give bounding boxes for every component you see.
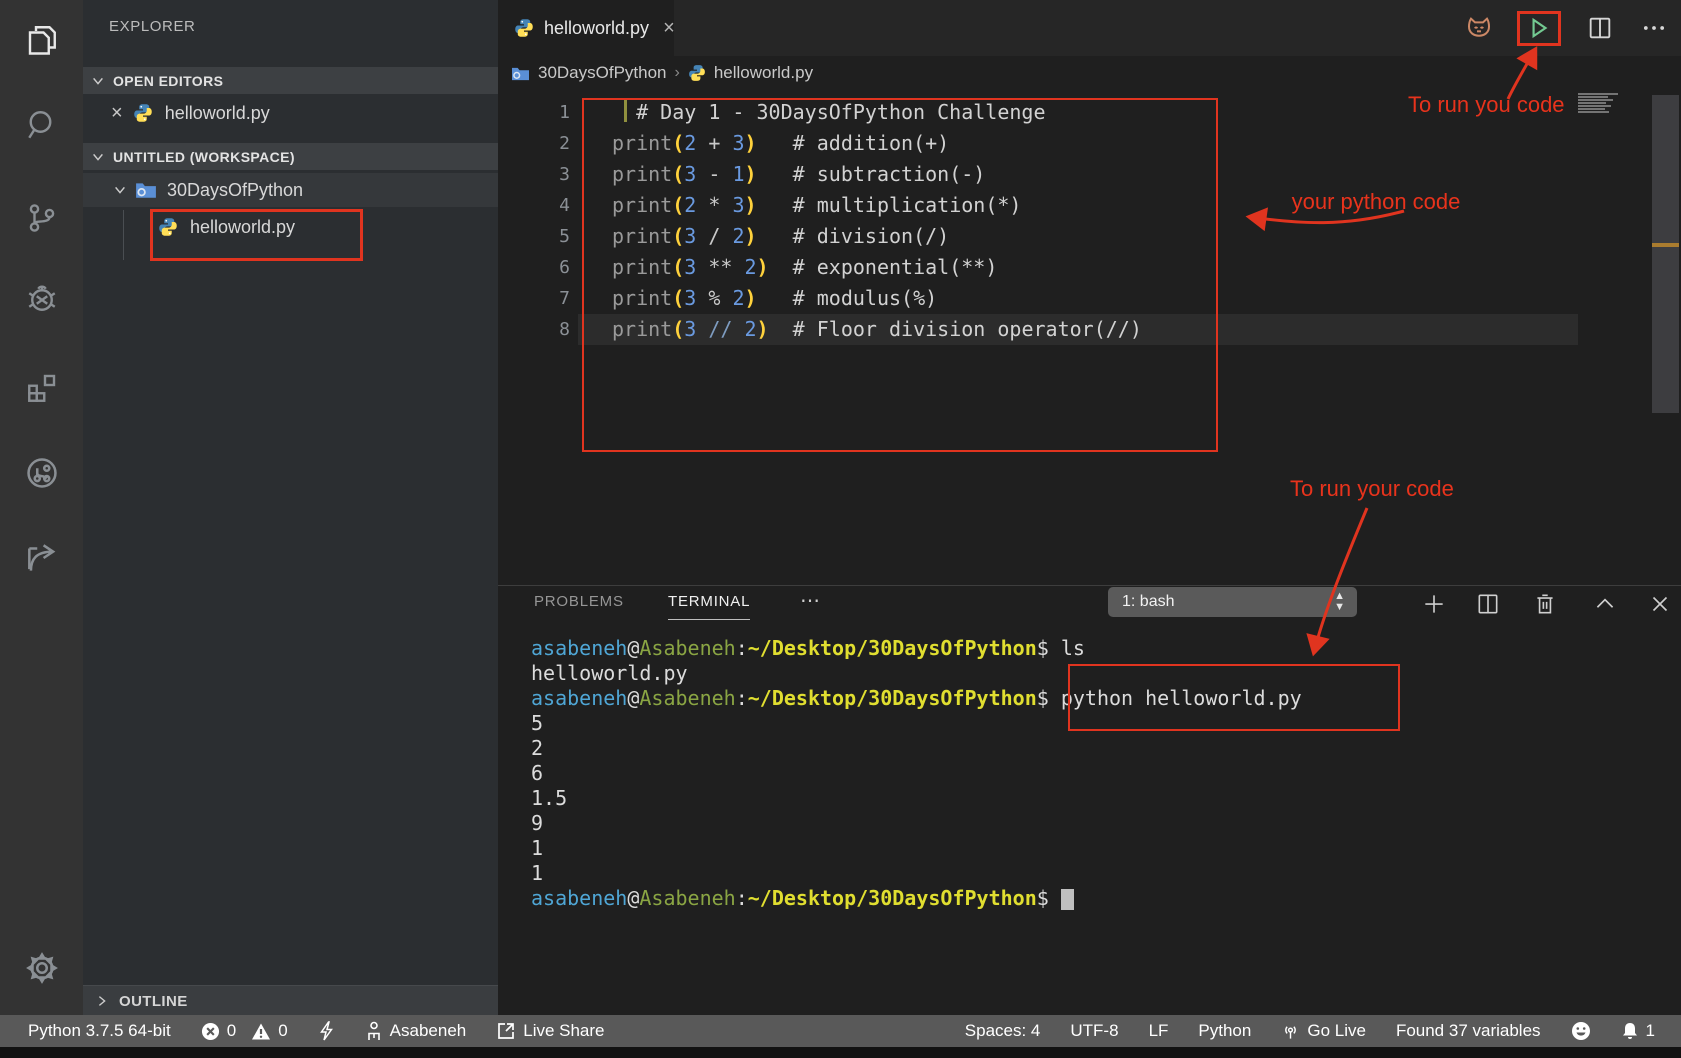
terminal-line: 6 (531, 761, 1302, 786)
tab-helloworld[interactable]: helloworld.py × (498, 0, 674, 56)
split-editor-icon[interactable] (1582, 10, 1618, 46)
folder-icon (135, 180, 157, 200)
activity-bar (0, 0, 83, 1015)
bottom-strip (0, 1047, 1681, 1058)
breadcrumb[interactable]: 30DaysOfPython › helloworld.py (498, 56, 1681, 90)
editor-tab-bar: helloworld.py × (498, 0, 1681, 56)
bell-icon (1621, 1021, 1639, 1041)
extensions-icon[interactable] (0, 364, 83, 412)
annotation-box-run-command (1068, 664, 1400, 731)
annotation-box-run-button (1517, 11, 1561, 46)
breadcrumb-separator: › (675, 64, 680, 82)
breadcrumb-folder[interactable]: 30DaysOfPython (538, 63, 667, 83)
terminal-line: asabeneh@Asabeneh:~/Desktop/30DaysOfPyth… (531, 886, 1302, 911)
warning-icon (251, 1022, 271, 1041)
line-number: 6 (498, 252, 570, 283)
terminal-cursor (1061, 889, 1074, 910)
feedback-smiley-icon[interactable] (1571, 1021, 1591, 1041)
line-number: 7 (498, 283, 570, 314)
tab-terminal[interactable]: TERMINAL (668, 593, 750, 620)
status-problems[interactable]: 0 0 (201, 1021, 288, 1041)
more-actions-icon[interactable] (1636, 10, 1672, 46)
status-python-version[interactable]: Python 3.7.5 64-bit (28, 1021, 171, 1041)
annotation-box-file (150, 209, 363, 261)
tree-item-folder-30daysofpython[interactable]: 30DaysOfPython (83, 173, 498, 207)
source-control-icon[interactable] (0, 194, 83, 242)
error-icon (201, 1022, 220, 1041)
annotation-run-top: To run you code (1408, 92, 1565, 118)
status-lightning[interactable] (318, 1021, 335, 1041)
status-go-live[interactable]: Go Live (1281, 1021, 1366, 1041)
python-file-icon (688, 64, 706, 82)
minimap[interactable] (1578, 93, 1624, 114)
line-number: 4 (498, 190, 570, 221)
annotation-your-python-code: your python code (1282, 188, 1470, 215)
status-eol[interactable]: LF (1149, 1021, 1169, 1041)
terminal-line: 1.5 (531, 786, 1302, 811)
status-variables[interactable]: Found 37 variables (1396, 1021, 1541, 1041)
kill-terminal-icon[interactable] (1530, 589, 1560, 619)
open-editor-item-helloworld[interactable]: × helloworld.py (83, 96, 498, 130)
status-indentation[interactable]: Spaces: 4 (965, 1021, 1041, 1041)
panel: PROBLEMS TERMINAL ⋯ 1: bash ▲▼ asab (498, 585, 1681, 1016)
tab-problems[interactable]: PROBLEMS (534, 593, 624, 610)
close-panel-icon[interactable] (1645, 589, 1675, 619)
maximize-panel-icon[interactable] (1590, 589, 1620, 619)
debug-icon[interactable] (0, 276, 83, 324)
explorer-sidebar: EXPLORER OPEN EDITORS × helloworld.py UN… (83, 0, 498, 1015)
broadcast-icon (1281, 1021, 1300, 1041)
chevron-down-icon (91, 150, 105, 164)
line-number: 5 (498, 221, 570, 252)
settings-gear-icon[interactable] (0, 944, 83, 992)
breadcrumb-file[interactable]: helloworld.py (714, 63, 813, 83)
terminal-line: 1 (531, 836, 1302, 861)
terminal-line: 2 (531, 736, 1302, 761)
line-number: 3 (498, 159, 570, 190)
search-icon[interactable] (0, 101, 83, 149)
status-bar: Python 3.7.5 64-bit 0 0 Asabeneh Live Sh… (0, 1015, 1681, 1047)
chevron-right-icon (95, 994, 109, 1008)
lightning-icon (318, 1021, 335, 1041)
close-icon[interactable]: × (111, 102, 123, 125)
panel-more-icon[interactable]: ⋯ (800, 588, 822, 613)
sidebar-title: EXPLORER (109, 18, 196, 35)
gitlens-icon[interactable] (0, 449, 83, 497)
tab-label: helloworld.py (544, 18, 649, 39)
annotation-box-code (582, 98, 1218, 452)
terminal-line: 9 (531, 811, 1302, 836)
python-file-icon (514, 18, 534, 38)
terminal-line: asabeneh@Asabeneh:~/Desktop/30DaysOfPyth… (531, 636, 1302, 661)
live-share-icon (496, 1021, 516, 1041)
line-number: 1 (498, 97, 570, 128)
line-number: 2 (498, 128, 570, 159)
select-updown-icon: ▲▼ (1334, 591, 1345, 613)
status-live-share[interactable]: Live Share (496, 1021, 604, 1041)
person-icon (365, 1021, 383, 1041)
vscode-window: EXPLORER OPEN EDITORS × helloworld.py UN… (0, 0, 1681, 1058)
scrollbar-marker (1652, 243, 1679, 247)
python-file-icon (133, 103, 153, 123)
line-number: 8 (498, 314, 570, 345)
cat-icon[interactable] (1461, 10, 1497, 46)
status-encoding[interactable]: UTF-8 (1070, 1021, 1118, 1041)
terminal-shell-select[interactable]: 1: bash ▲▼ (1108, 587, 1357, 617)
editor-scrollbar[interactable] (1652, 95, 1679, 413)
workspace-header[interactable]: UNTITLED (WORKSPACE) (83, 143, 498, 170)
open-editors-header[interactable]: OPEN EDITORS (83, 67, 498, 94)
status-user[interactable]: Asabeneh (365, 1021, 467, 1041)
folder-icon (511, 65, 530, 82)
tab-close-icon[interactable]: × (663, 17, 675, 40)
outline-section-header[interactable]: OUTLINE (83, 985, 498, 1016)
split-terminal-icon[interactable] (1473, 589, 1503, 619)
chevron-down-icon (91, 74, 105, 88)
terminal-line: 1 (531, 861, 1302, 886)
live-share-icon[interactable] (0, 534, 83, 582)
annotation-run-bottom: To run your code (1290, 476, 1454, 502)
status-language[interactable]: Python (1198, 1021, 1251, 1041)
status-notifications[interactable]: 1 (1621, 1021, 1655, 1041)
add-terminal-icon[interactable] (1419, 589, 1449, 619)
files-icon[interactable] (0, 16, 83, 64)
chevron-down-icon (113, 183, 127, 197)
